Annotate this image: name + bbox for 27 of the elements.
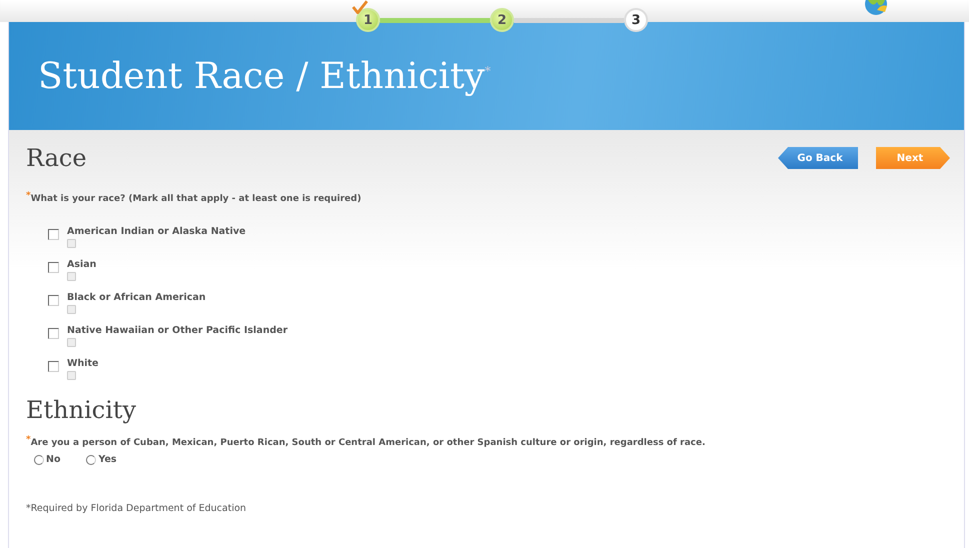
checkbox[interactable] — [48, 262, 59, 273]
back-button[interactable]: Go Back — [778, 147, 858, 169]
option-label: Native Hawaiian or Other Pacific Islander — [67, 325, 288, 336]
option-label: American Indian or Alaska Native — [67, 226, 246, 237]
required-mark: * — [26, 191, 31, 203]
section-heading: Race — [26, 144, 87, 172]
next-button[interactable]: Next — [876, 147, 950, 169]
checkbox[interactable] — [48, 361, 59, 372]
page-title: Student Race / Ethnicity$^{*}$ — [38, 56, 491, 96]
question-text: What is your race? (Mark all that apply - at least one is required) — [30, 194, 362, 204]
checkbox[interactable] — [48, 328, 59, 339]
option-label: Yes — [98, 454, 117, 465]
option-label: No — [46, 454, 60, 465]
radio-button[interactable] — [86, 454, 96, 464]
question-text: Are you a person of Cuban, Mexican, Puerto Rican, South or Central American, or other Spanish culture or origin, regardless of race. — [30, 438, 706, 448]
globe-icon — [863, 0, 889, 16]
required-mark: * — [26, 435, 31, 445]
option-label: Asian — [67, 259, 96, 270]
step-indicator: 3 — [624, 8, 648, 32]
option-label: Black or African American — [67, 292, 206, 303]
checkbox[interactable] — [48, 295, 59, 306]
radio-button[interactable] — [34, 454, 44, 464]
footnote-text: *Required by Florida Department of Education — [26, 503, 248, 514]
step-indicator: 2 — [490, 8, 514, 32]
option-label: White — [67, 358, 98, 369]
section-heading: Ethnicity — [26, 396, 138, 424]
checkbox[interactable] — [48, 229, 59, 240]
